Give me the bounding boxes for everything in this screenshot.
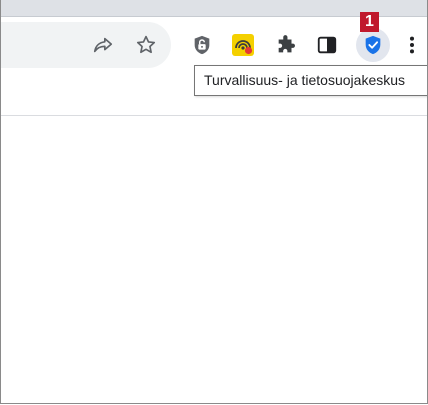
bookmark-star-button[interactable]	[132, 31, 160, 59]
yellow-extension-button[interactable]	[229, 31, 257, 59]
yellow-extension-icon	[232, 34, 254, 56]
puzzle-icon	[278, 35, 295, 53]
page-content-area	[1, 116, 427, 403]
browser-window: 1 Turvallisuus- ja tietosuojakeskus	[0, 0, 428, 404]
security-button-tooltip: Turvallisuus- ja tietosuojakeskus	[194, 65, 427, 96]
lock-extension-button[interactable]	[188, 31, 216, 59]
extensions-button[interactable]	[272, 31, 300, 59]
security-privacy-center-button[interactable]	[356, 28, 390, 62]
star-icon	[136, 35, 156, 54]
browser-menu-button[interactable]	[399, 31, 425, 59]
share-button[interactable]	[89, 31, 117, 59]
side-panel-icon	[317, 36, 337, 54]
shield-check-icon	[365, 35, 381, 55]
side-panel-button[interactable]	[313, 31, 341, 59]
browser-toolbar: 1 Turvallisuus- ja tietosuojakeskus	[1, 12, 427, 116]
step-number-badge: 1	[360, 12, 379, 32]
share-icon	[93, 37, 113, 53]
kebab-menu-icon	[409, 36, 415, 54]
lock-extension-icon	[194, 35, 210, 55]
